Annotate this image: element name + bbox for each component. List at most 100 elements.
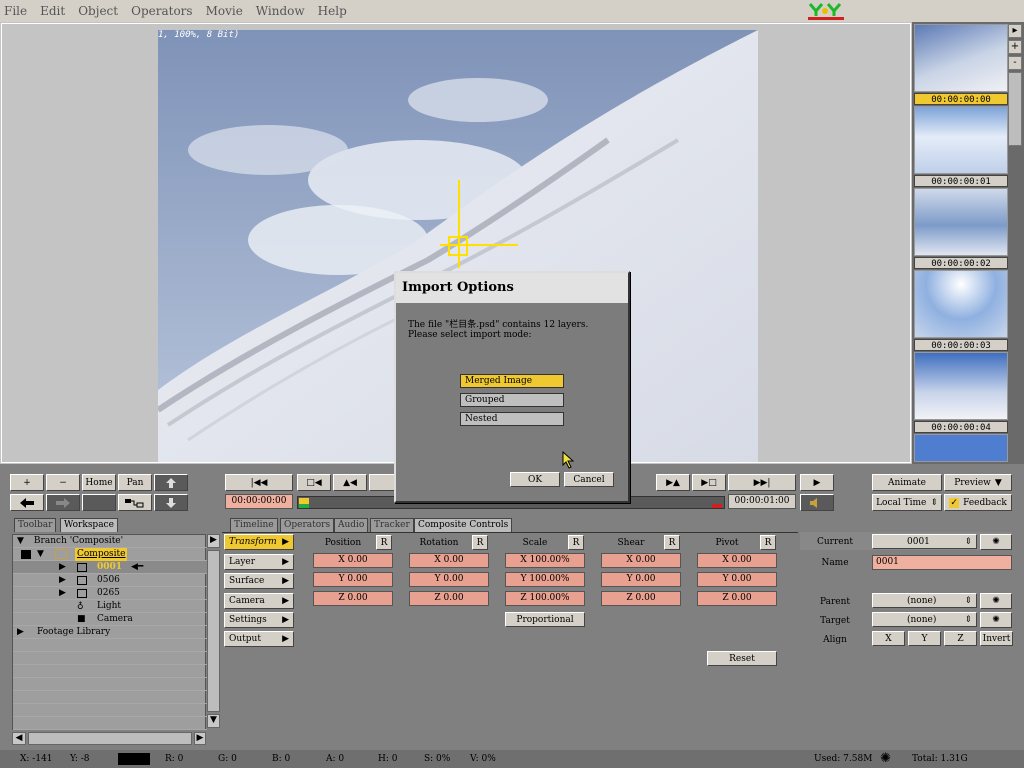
color-swatch[interactable] [82,494,116,511]
shear-x-field[interactable]: X 0.00 [601,553,681,568]
rotation-x-field[interactable]: X 0.00 [409,553,489,568]
reset-button[interactable]: Reset [707,651,777,666]
play-back-icon[interactable] [369,474,395,491]
scale-z-field[interactable]: Z 100.00% [505,591,585,606]
tree-row-footage[interactable]: ▶ Footage Library [13,626,207,639]
category-transform[interactable]: Transform ▶ [224,534,294,550]
proportional-button[interactable]: Proportional [505,612,585,627]
tab-timeline[interactable]: Timeline [230,518,278,532]
go-to-start-icon[interactable]: |◀◀ [225,474,293,491]
scroll-right-icon[interactable]: ▶ [194,732,206,745]
scroll-left-icon[interactable]: ◀ [12,732,26,745]
menu-help[interactable]: Help [318,4,347,18]
scroll-down-icon[interactable]: ▼ [207,714,220,728]
hierarchy-icon[interactable] [118,494,152,511]
cancel-button[interactable]: Cancel [564,472,614,487]
thumbnail-timecode[interactable]: 00:00:00:03 [914,339,1008,351]
thumbnail-scrollbar[interactable] [1008,72,1022,146]
tree-row-layer[interactable]: ▶ 0265 [13,587,207,600]
shear-reset-button[interactable]: R [664,535,680,550]
align-x-button[interactable]: X [872,631,905,646]
shear-z-field[interactable]: Z 0.00 [601,591,681,606]
zoom-out-icon[interactable]: - [1008,56,1022,70]
thumbnail-image[interactable] [914,106,1008,174]
target-dropdown[interactable]: (none) ⇕ [872,612,977,627]
pick-whip-icon[interactable]: ✺ [980,534,1012,550]
thumbnail-timecode[interactable]: 00:00:00:02 [914,257,1008,269]
upload-icon[interactable] [154,474,188,491]
thumbnail-timecode[interactable]: 00:00:00:04 [914,421,1008,433]
category-settings[interactable]: Settings ▶ [224,612,294,628]
position-y-field[interactable]: Y 0.00 [313,572,393,587]
position-z-field[interactable]: Z 0.00 [313,591,393,606]
next-keyframe-icon[interactable]: ▶□ [692,474,726,491]
go-to-end-icon[interactable]: ▶▶| [728,474,796,491]
arrow-left-icon[interactable] [10,494,44,511]
speaker-icon[interactable] [800,494,834,511]
thumbnail-timecode[interactable]: 00:00:00:00 [914,93,1008,105]
thumbnail-image[interactable] [914,24,1008,92]
pivot-reset-button[interactable]: R [760,535,776,550]
tree-row-camera[interactable]: ■ Camera [13,613,207,626]
feedback-checkbox[interactable]: ✓ Feedback [944,494,1012,511]
step-forward-icon[interactable]: ▶▲ [656,474,690,491]
category-surface[interactable]: Surface ▶ [224,573,294,589]
add-button[interactable]: + [10,474,44,491]
scroll-up-icon[interactable]: ▸ [1008,24,1022,38]
pivot-x-field[interactable]: X 0.00 [697,553,777,568]
pick-whip-icon[interactable]: ✺ [980,612,1012,628]
step-back-icon[interactable]: ▲◀ [333,474,367,491]
pivot-y-field[interactable]: Y 0.00 [697,572,777,587]
menu-operators[interactable]: Operators [131,4,192,18]
loop-icon[interactable]: ▶ [800,474,834,491]
pivot-z-field[interactable]: Z 0.00 [697,591,777,606]
thumbnail-image[interactable] [914,352,1008,420]
rotation-reset-button[interactable]: R [472,535,488,550]
tree-row-light[interactable]: ♁ Light [13,600,207,613]
rotation-z-field[interactable]: Z 0.00 [409,591,489,606]
menu-window[interactable]: Window [256,4,305,18]
tab-operators[interactable]: Operators [280,518,335,532]
home-button[interactable]: Home [82,474,116,491]
start-time-field[interactable]: 00:00:00:00 [225,494,293,509]
arrow-right-icon[interactable] [46,494,80,511]
category-output[interactable]: Output ▶ [224,631,294,647]
thumbnail-image[interactable] [914,188,1008,256]
pan-button[interactable]: Pan [118,474,152,491]
scale-x-field[interactable]: X 100.00% [505,553,585,568]
thumbnail-image[interactable] [914,270,1008,338]
scale-reset-button[interactable]: R [568,535,584,550]
menu-object[interactable]: Object [78,4,118,18]
current-dropdown[interactable]: 0001 ⇕ [872,534,977,549]
rotation-y-field[interactable]: Y 0.00 [409,572,489,587]
scale-y-field[interactable]: Y 100.00% [505,572,585,587]
invert-button[interactable]: Invert [980,631,1013,646]
tree-vertical-scrollbar[interactable] [207,550,220,712]
name-field[interactable]: 0001 [872,555,1012,570]
menu-file[interactable]: File [4,4,27,18]
tree-horizontal-scrollbar[interactable] [28,732,192,745]
tab-composite-controls[interactable]: Composite Controls [414,518,513,532]
download-icon[interactable] [154,494,188,511]
pick-whip-icon[interactable]: ✺ [980,593,1012,609]
end-time-field[interactable]: 00:00:01:00 [728,494,796,509]
zoom-in-icon[interactable]: + [1008,40,1022,54]
thumbnail-image[interactable] [914,434,1008,462]
local-time-dropdown[interactable]: Local Time ⇕ [872,494,942,511]
tab-audio[interactable]: Audio [334,518,369,532]
category-camera[interactable]: Camera ▶ [224,593,294,609]
thumbnail-timecode[interactable]: 00:00:00:01 [914,175,1008,187]
option-merged-image[interactable]: Merged Image [460,374,564,388]
tree-row-composite[interactable]: ▼ Composite [13,548,207,561]
shear-y-field[interactable]: Y 0.00 [601,572,681,587]
option-grouped[interactable]: Grouped [460,393,564,407]
tab-toolbar[interactable]: Toolbar [14,518,57,532]
tab-tracker[interactable]: Tracker [370,518,414,532]
tree-row-branch[interactable]: ▼ Branch 'Composite' [13,535,207,548]
menu-movie[interactable]: Movie [206,4,243,18]
animate-button[interactable]: Animate [872,474,942,491]
position-reset-button[interactable]: R [376,535,392,550]
option-nested[interactable]: Nested [460,412,564,426]
position-x-field[interactable]: X 0.00 [313,553,393,568]
align-y-button[interactable]: Y [908,631,941,646]
